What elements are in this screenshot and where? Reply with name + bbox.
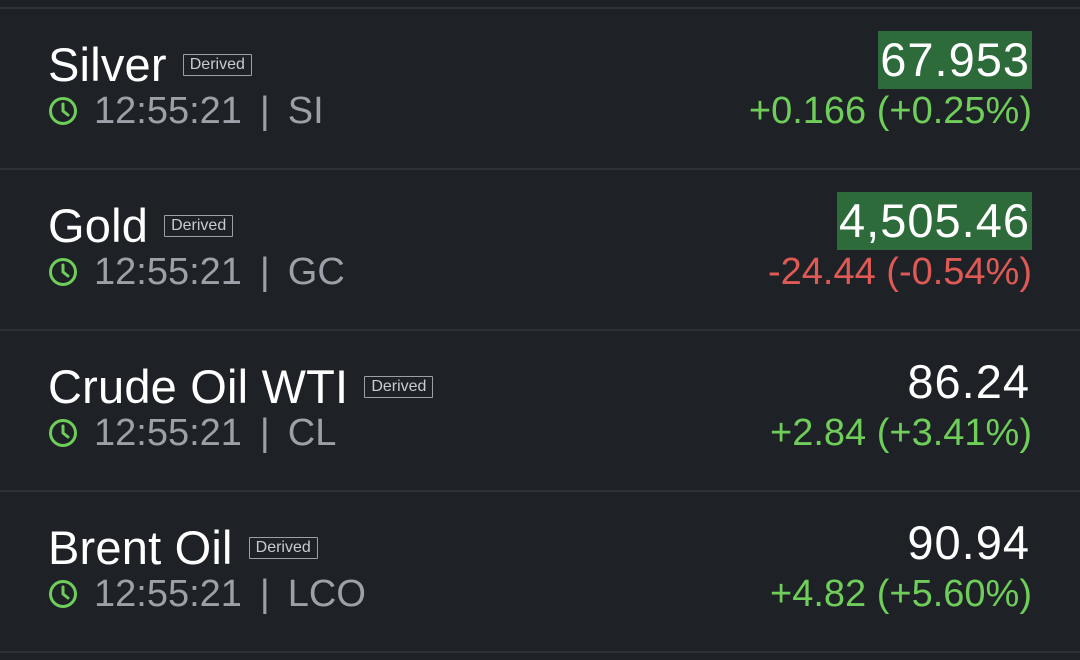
derived-badge: Derived (364, 376, 434, 398)
update-time: 12:55:21 (94, 411, 242, 454)
name-line: Gold Derived (48, 196, 234, 254)
clock-icon (49, 97, 77, 125)
update-time: 12:55:21 (94, 89, 242, 132)
instrument-name: Brent Oil (48, 520, 233, 574)
top-divider (0, 0, 1080, 9)
clock-icon (49, 419, 77, 447)
name-line: Brent Oil Derived (48, 518, 318, 576)
derived-badge: Derived (248, 537, 318, 559)
update-time: 12:55:21 (94, 250, 242, 293)
last-price: 4,505.46 (837, 192, 1032, 250)
last-price: 90.94 (907, 516, 1030, 569)
price-change: +2.84 (+3.41%) (770, 412, 1032, 454)
last-price: 67.953 (878, 31, 1032, 89)
commodities-list: Silver Derived 12:55:21 | SI 67.953 +0.1… (0, 0, 1080, 660)
update-time: 12:55:21 (94, 572, 242, 615)
meta-line: 12:55:21 | LCO (48, 570, 366, 618)
instrument-name: Silver (48, 37, 167, 91)
instrument-name: Crude Oil WTI (48, 359, 349, 413)
instrument-row-gold[interactable]: Gold Derived 12:55:21 | GC 4,505.46 -24.… (0, 170, 1080, 331)
instrument-row-silver[interactable]: Silver Derived 12:55:21 | SI 67.953 +0.1… (0, 9, 1080, 170)
derived-badge: Derived (182, 54, 252, 76)
clock-icon (49, 258, 77, 286)
meta-separator: | (259, 250, 270, 293)
name-line: Silver Derived (48, 35, 252, 93)
instrument-symbol: CL (287, 411, 337, 454)
instrument-symbol: LCO (287, 572, 366, 615)
last-price: 86.24 (907, 355, 1030, 408)
name-line: Crude Oil WTI Derived (48, 357, 434, 415)
meta-separator: | (259, 89, 270, 132)
instrument-symbol: GC (287, 250, 345, 293)
price-change: -24.44 (-0.54%) (767, 251, 1032, 293)
derived-badge: Derived (164, 215, 234, 237)
price-change: +4.82 (+5.60%) (770, 573, 1032, 615)
meta-line: 12:55:21 | SI (48, 87, 324, 135)
instrument-row-crude-oil-wti[interactable]: Crude Oil WTI Derived 12:55:21 | CL 86.2… (0, 331, 1080, 492)
meta-line: 12:55:21 | CL (48, 409, 336, 457)
instrument-row-brent-oil[interactable]: Brent Oil Derived 12:55:21 | LCO 90.94 +… (0, 492, 1080, 653)
instrument-symbol: SI (287, 89, 324, 132)
clock-icon (49, 580, 77, 608)
meta-separator: | (259, 411, 270, 454)
meta-line: 12:55:21 | GC (48, 248, 345, 296)
instrument-name: Gold (48, 198, 149, 252)
meta-separator: | (259, 572, 270, 615)
price-change: +0.166 (+0.25%) (748, 90, 1032, 132)
